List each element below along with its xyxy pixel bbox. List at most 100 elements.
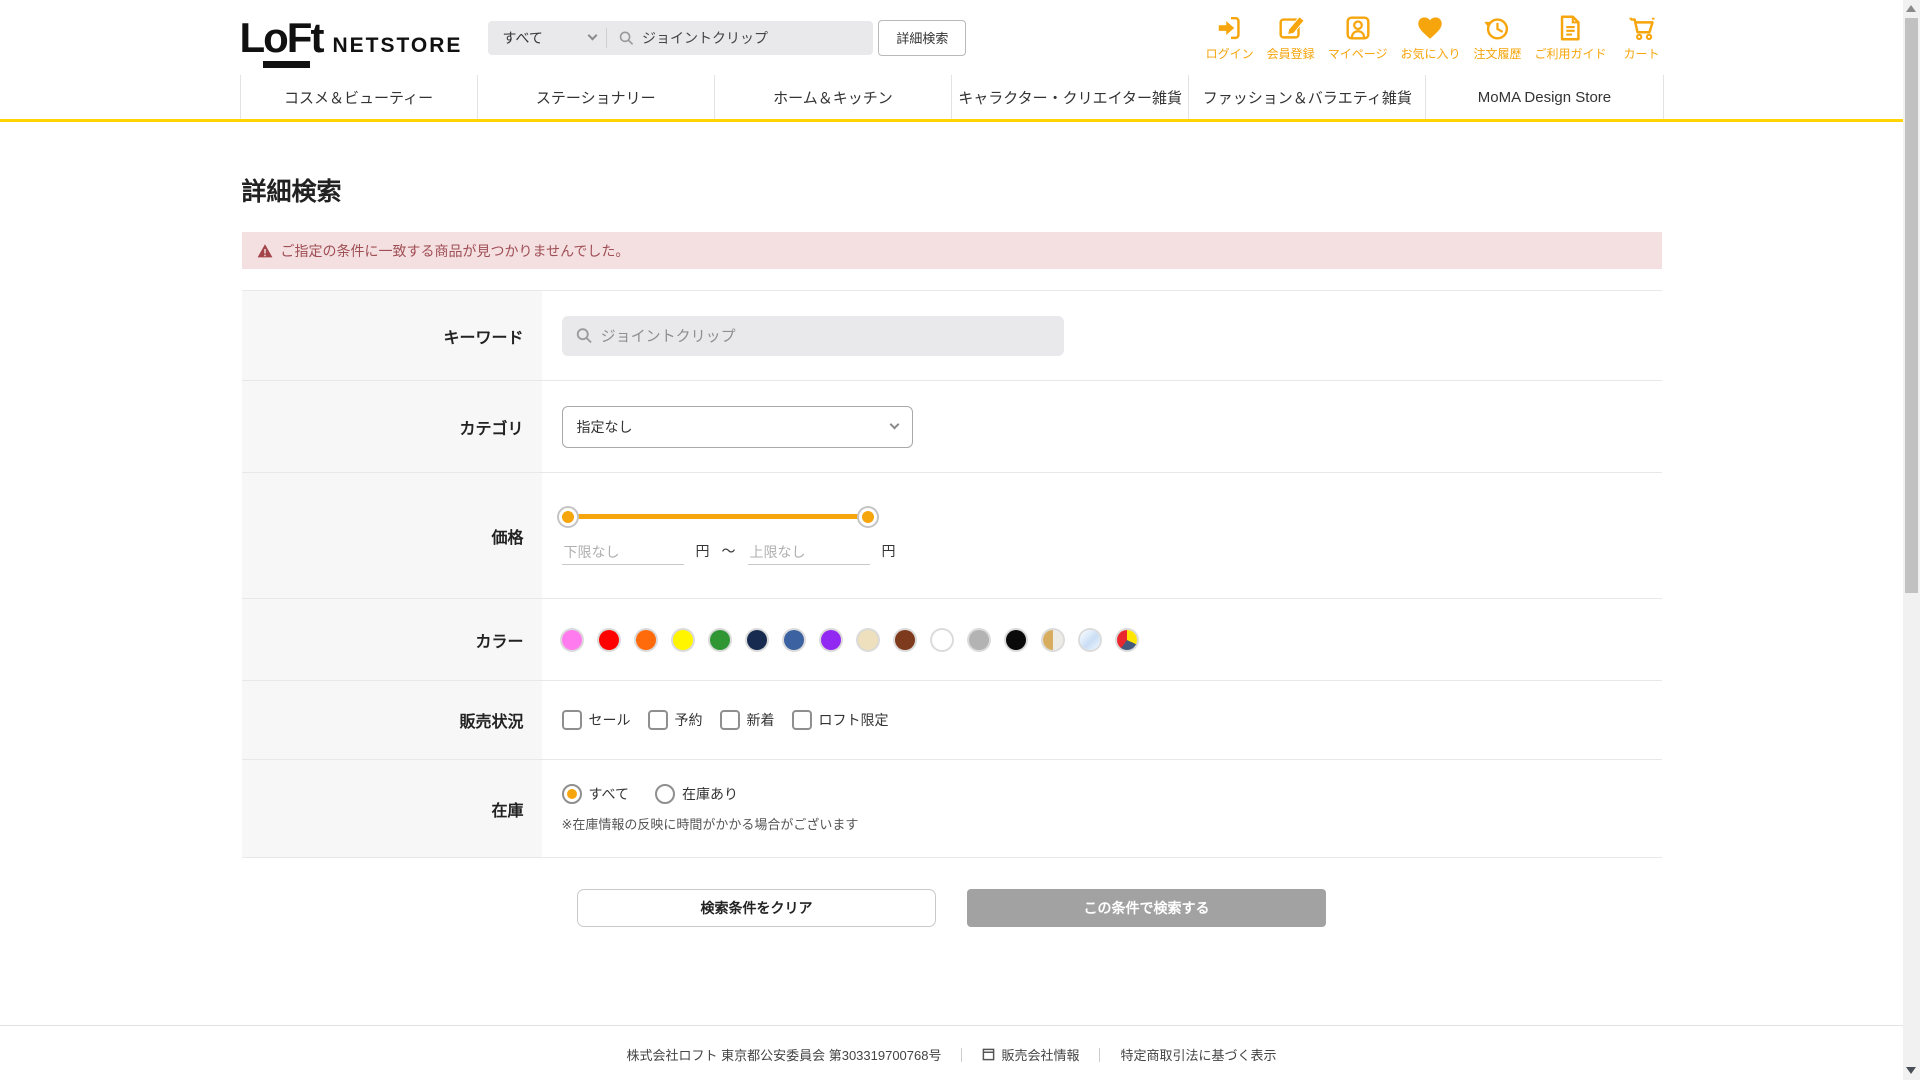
checkbox-new-arrival[interactable]: 新着 [719, 710, 775, 730]
price-min-input[interactable] [561, 542, 684, 565]
checkbox-loft-limited[interactable]: ロフト限定 [791, 710, 889, 730]
category-row: カテゴリ 指定なし [241, 381, 1662, 473]
search-category-value: すべて [502, 29, 543, 46]
nav-item-character[interactable]: キャラクター・クリエイター雑貨 [951, 75, 1188, 119]
search-submit-button[interactable]: この条件で検索する [967, 889, 1326, 927]
mypage-icon [1346, 16, 1370, 40]
warning-icon [257, 243, 272, 257]
nav-item-moma[interactable]: MoMA Design Store [1425, 75, 1664, 119]
advanced-search-button[interactable]: 詳細検索 [878, 19, 967, 56]
category-select-value: 指定なし [576, 418, 633, 435]
price-slider-max-handle[interactable] [858, 507, 877, 526]
color-swatch-black[interactable] [1005, 629, 1026, 650]
register-link[interactable]: 会員登録 [1267, 13, 1315, 62]
color-swatch-orange[interactable] [635, 629, 656, 650]
price-label: 価格 [241, 473, 542, 598]
footer-link-tokushoho[interactable]: 特定商取引法に基づく表示 [1120, 1045, 1276, 1064]
form-actions: 検索条件をクリア この条件で検索する [242, 889, 1662, 927]
scrollbar-down-arrow-icon[interactable] [1906, 1067, 1916, 1074]
color-swatch-yellow[interactable] [672, 629, 693, 650]
favorites-icon [1418, 17, 1443, 39]
nav-item-stationery[interactable]: ステーショナリー [476, 75, 714, 119]
footer-company-text: 株式会社ロフト 東京都公安委員会 第303319700768号 [626, 1048, 942, 1063]
header-search-field [607, 29, 873, 46]
main-content: 詳細検索 ご指定の条件に一致する商品が見つかりませんでした。 キーワード ジョイ… [241, 178, 1662, 927]
stock-note: ※在庫情報の反映に時間がかかる場合がございます [561, 817, 859, 832]
loft-logo-mark: LoFt [240, 13, 324, 68]
checkbox-icon [791, 710, 812, 730]
site-header: LoFt NETSTORE すべて 詳細検索 [0, 0, 1903, 75]
cart-link[interactable]: カート [1620, 13, 1664, 62]
no-results-alert: ご指定の条件に一致する商品が見つかりませんでした。 [241, 232, 1662, 269]
nav-item-home-kitchen[interactable]: ホーム＆キッチン [713, 75, 951, 119]
header-search-bar: すべて [488, 20, 874, 55]
search-icon [576, 328, 592, 344]
color-swatch-clear[interactable] [1079, 629, 1100, 650]
vertical-scrollbar[interactable] [1903, 0, 1920, 1080]
login-link[interactable]: ログイン [1206, 13, 1254, 62]
color-swatch-navy[interactable] [746, 629, 767, 650]
footer-link-seller-info[interactable]: 販売会社情報 [982, 1045, 1079, 1064]
color-row: カラー [241, 599, 1662, 681]
search-form: キーワード カテゴリ 指定なし [241, 290, 1662, 858]
header-quick-links: ログイン 会員登録 マイページ お気に入り 注文履歴 ご利用ガイド カート [1206, 13, 1664, 62]
page-title: 詳細検索 [241, 178, 342, 206]
color-swatch-pink[interactable] [561, 629, 582, 650]
checkbox-icon [561, 710, 582, 730]
sales-status-label: 販売状況 [241, 681, 542, 759]
checkbox-sale[interactable]: セール [561, 710, 631, 730]
radio-stock-all[interactable]: すべて [561, 784, 629, 804]
alert-text: ご指定の条件に一致する商品が見つかりませんでした。 [280, 242, 630, 259]
order-history-link[interactable]: 注文履歴 [1473, 13, 1521, 62]
nav-item-cosme[interactable]: コスメ＆ビューティー [239, 75, 477, 119]
sales-status-options: セール 予約 新着 ロフト限定 [561, 710, 1662, 730]
color-swatch-blue[interactable] [783, 629, 804, 650]
stock-options: すべて 在庫あり [561, 784, 1662, 804]
site-footer: 株式会社ロフト 東京都公安委員会 第303319700768号 販売会社情報 特… [0, 1025, 1903, 1064]
checkbox-icon [647, 710, 668, 730]
radio-icon [654, 784, 675, 804]
color-swatch-beige[interactable] [857, 629, 878, 650]
window-icon [983, 1048, 995, 1061]
color-swatch-multicolor[interactable] [1116, 629, 1137, 650]
price-slider-min-handle[interactable] [558, 507, 577, 526]
color-swatch-gray[interactable] [968, 629, 989, 650]
keyword-input-box [561, 315, 1064, 356]
clear-conditions-button[interactable]: 検索条件をクリア [577, 889, 936, 927]
keyword-input[interactable] [600, 327, 1050, 344]
favorites-link[interactable]: お気に入り [1400, 13, 1460, 62]
category-select[interactable]: 指定なし [561, 405, 913, 448]
guide-link[interactable]: ご利用ガイド [1534, 13, 1607, 62]
checkbox-reservation[interactable]: 予約 [647, 710, 703, 730]
color-swatch-green[interactable] [709, 629, 730, 650]
radio-stock-available[interactable]: 在庫あり [654, 784, 738, 804]
search-category-select[interactable]: すべて [488, 21, 606, 55]
stock-label: 在庫 [241, 760, 542, 857]
keyword-row: キーワード [241, 291, 1662, 381]
loft-logo[interactable]: LoFt NETSTORE [240, 13, 463, 68]
color-label: カラー [241, 599, 542, 680]
category-label: カテゴリ [241, 381, 542, 472]
mypage-link[interactable]: マイページ [1328, 13, 1387, 62]
keyword-label: キーワード [241, 291, 542, 380]
scrollbar-up-arrow-icon[interactable] [1906, 5, 1916, 12]
color-swatch-brown[interactable] [894, 629, 915, 650]
color-swatch-white[interactable] [931, 629, 952, 650]
header-search-input[interactable] [641, 29, 862, 46]
color-swatch-gold-silver[interactable] [1042, 629, 1063, 650]
color-swatches [561, 629, 1662, 650]
nav-item-fashion[interactable]: ファッション＆バラエティ雑貨 [1188, 75, 1425, 119]
price-range-separator: ～ [721, 543, 736, 559]
page: LoFt NETSTORE すべて 詳細検索 [0, 0, 1920, 1080]
order-history-icon [1484, 18, 1509, 40]
color-swatch-red[interactable] [598, 629, 619, 650]
login-icon [1218, 16, 1240, 40]
chevron-down-icon [889, 419, 899, 430]
footer-divider [1099, 1047, 1101, 1062]
checkbox-icon [719, 710, 740, 730]
stock-row: 在庫 すべて 在庫あり ※在庫情報の反映に時間がかかる場合がございます [241, 760, 1662, 858]
guide-icon [1561, 15, 1581, 41]
scrollbar-thumb[interactable] [1905, 18, 1918, 593]
color-swatch-purple[interactable] [820, 629, 841, 650]
price-max-input[interactable] [747, 542, 870, 565]
